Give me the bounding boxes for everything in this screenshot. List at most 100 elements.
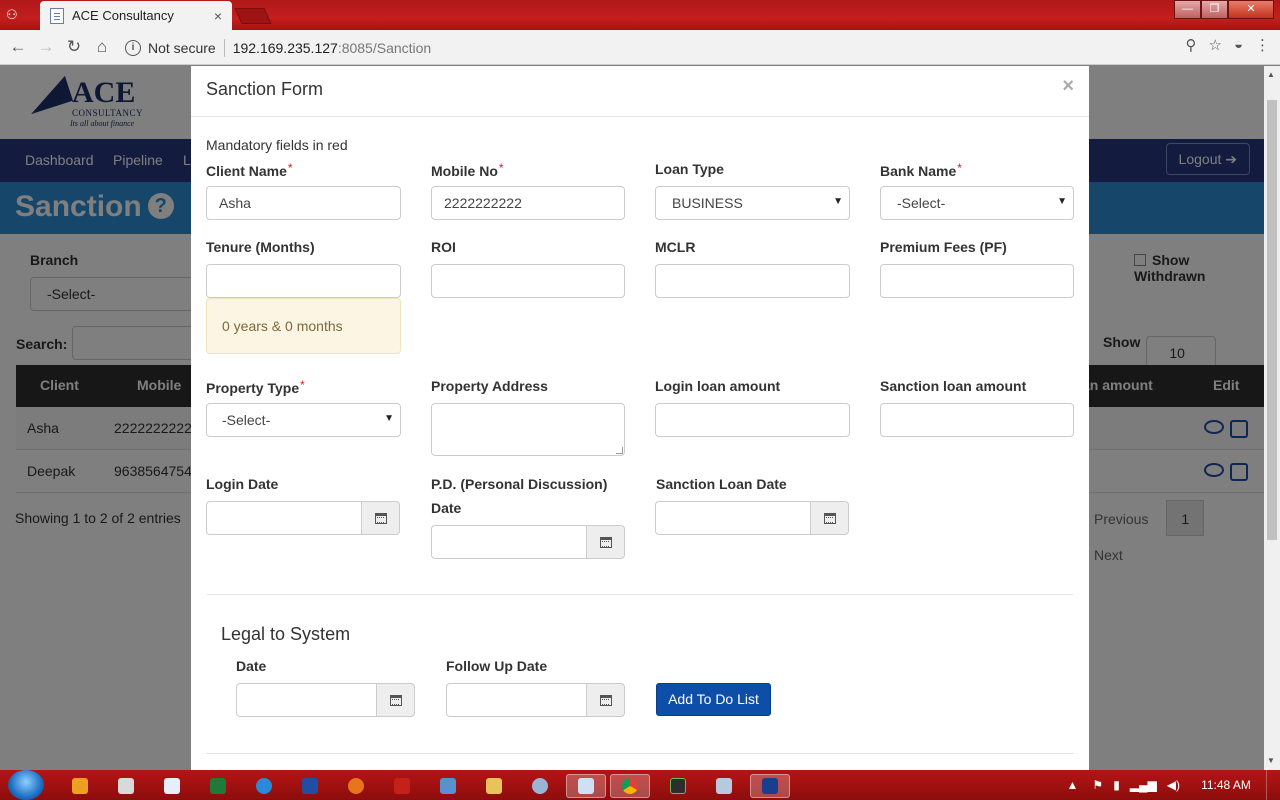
legal-date-label: Date <box>236 658 267 674</box>
scroll-down-icon[interactable]: ▼ <box>1267 756 1275 765</box>
chevron-down-icon: ▼ <box>1057 196 1067 207</box>
pd-date-input[interactable] <box>431 525 586 559</box>
reload-icon[interactable]: ↻ <box>60 37 88 57</box>
required-mark: * <box>287 161 293 175</box>
section-divider <box>206 594 1074 595</box>
network-tool-icon[interactable] <box>520 774 560 798</box>
property-address-textarea[interactable] <box>431 403 625 456</box>
property-address-label: Property Address <box>431 378 548 394</box>
keyboard-icon[interactable] <box>704 774 744 798</box>
mclr-input[interactable] <box>655 264 850 298</box>
bank-name-select[interactable]: -Select- ▼ <box>880 186 1074 220</box>
notes-app-icon[interactable] <box>566 774 606 798</box>
back-arrow-icon[interactable]: ← <box>4 37 32 57</box>
page-scrollbar[interactable]: ▲ ▼ <box>1264 66 1280 770</box>
browser-tab[interactable]: ACE Consultancy × <box>40 1 232 30</box>
pd-date-label-line1: P.D. (Personal Discussion) <box>431 476 608 492</box>
show-desktop-button[interactable] <box>1266 770 1280 800</box>
new-tab-button[interactable] <box>234 8 272 24</box>
address-bar[interactable]: i Not secure 192.169.235.127 :8085/Sanct… <box>120 34 1220 61</box>
maximize-button[interactable]: ❐ <box>1201 0 1228 19</box>
start-button[interactable] <box>8 770 44 800</box>
minimize-button[interactable]: — <box>1174 0 1201 19</box>
internet-explorer-icon[interactable] <box>244 774 284 798</box>
sanction-loan-amount-input[interactable] <box>880 403 1074 437</box>
tab-close-icon[interactable]: × <box>214 8 222 24</box>
loan-type-select[interactable]: BUSINESS ▼ <box>655 186 850 220</box>
calculator-icon[interactable] <box>106 774 146 798</box>
follow-up-date-input[interactable] <box>446 683 586 717</box>
sanction-form-modal: Sanction Form × Mandatory fields in red … <box>191 66 1089 770</box>
url-host: 192.169.235.127 <box>232 39 338 56</box>
file-explorer-icon[interactable] <box>474 774 514 798</box>
bank-name-label: Bank Name* <box>880 161 962 179</box>
pd-date-label: P.D. (Personal Discussion) Date <box>431 476 607 524</box>
login-loan-amount-label: Login loan amount <box>655 378 781 394</box>
calendar-icon <box>823 512 836 524</box>
remote-desktop-icon[interactable] <box>428 774 468 798</box>
firefox-icon[interactable] <box>336 774 376 798</box>
window-close-button[interactable]: ✕ <box>1228 0 1274 19</box>
add-to-do-list-button[interactable]: Add To Do List <box>656 683 771 716</box>
roi-input[interactable] <box>431 264 625 298</box>
scrollbar-thumb[interactable] <box>1267 100 1277 540</box>
sanction-loan-date-picker[interactable] <box>655 501 849 535</box>
tenure-input[interactable] <box>206 264 401 298</box>
sanction-loan-date-input[interactable] <box>655 501 810 535</box>
tray-power-icon[interactable]: ▮ <box>1113 778 1120 792</box>
calendar-icon <box>599 536 612 548</box>
word-icon[interactable] <box>290 774 330 798</box>
zoom-icon[interactable]: ⚲ <box>1185 36 1196 54</box>
client-name-input[interactable]: Asha <box>206 186 401 220</box>
tab-title: ACE Consultancy <box>72 8 174 23</box>
forward-arrow-icon[interactable]: → <box>32 37 60 57</box>
tray-flag-icon[interactable]: ⚑ <box>1092 778 1103 792</box>
home-icon[interactable]: ⌂ <box>88 37 116 57</box>
extension-icon[interactable]: ◒ <box>1234 36 1243 54</box>
legal-date-picker[interactable] <box>236 683 415 717</box>
modal-close-icon[interactable]: × <box>1062 75 1074 98</box>
follow-up-date-calendar-button[interactable] <box>586 683 625 717</box>
login-date-input[interactable] <box>206 501 361 535</box>
legal-date-calendar-button[interactable] <box>376 683 415 717</box>
property-type-label-text: Property Type <box>206 380 300 396</box>
mobile-no-label: Mobile No* <box>431 161 504 179</box>
pd-date-calendar-button[interactable] <box>586 525 625 559</box>
filezilla-icon[interactable] <box>382 774 422 798</box>
calendar-icon <box>389 694 402 706</box>
chrome-icon[interactable] <box>610 774 650 798</box>
calendar-icon <box>374 512 387 524</box>
property-type-select[interactable]: -Select- ▼ <box>206 403 401 437</box>
login-date-picker[interactable] <box>206 501 400 535</box>
property-type-label: Property Type* <box>206 378 305 396</box>
loan-type-value: BUSINESS <box>672 195 743 211</box>
follow-up-date-picker[interactable] <box>446 683 625 717</box>
sanction-loan-date-calendar-button[interactable] <box>810 501 849 535</box>
client-name-label: Client Name* <box>206 161 293 179</box>
tray-expand-icon[interactable]: ▲ <box>1067 778 1079 792</box>
excel-icon[interactable] <box>198 774 238 798</box>
media-player-icon[interactable] <box>60 774 100 798</box>
required-mark: * <box>957 161 962 175</box>
pd-date-picker[interactable] <box>431 525 625 559</box>
tray-volume-icon[interactable]: ◀) <box>1167 778 1180 792</box>
chevron-down-icon: ▼ <box>833 196 843 207</box>
menu-icon[interactable]: ⋮ <box>1255 36 1270 54</box>
browser-titlebar: ⚇ ACE Consultancy × — ❐ ✕ <box>0 0 1280 30</box>
login-date-calendar-button[interactable] <box>361 501 400 535</box>
scroll-up-icon[interactable]: ▲ <box>1267 70 1275 79</box>
modal-header: Sanction Form × <box>191 66 1089 117</box>
login-loan-amount-input[interactable] <box>655 403 850 437</box>
legal-date-input[interactable] <box>236 683 376 717</box>
tray-network-icon[interactable]: ▂▄▆ <box>1130 778 1157 792</box>
info-icon[interactable]: i <box>125 39 141 56</box>
pd-date-label-line2: Date <box>431 500 462 516</box>
mobile-no-input[interactable]: 2222222222 <box>431 186 625 220</box>
notepad-icon[interactable] <box>152 774 192 798</box>
premium-fees-input[interactable] <box>880 264 1074 298</box>
terminal-icon[interactable] <box>658 774 698 798</box>
taskbar-clock[interactable]: 11:48 AM <box>1186 778 1266 792</box>
bookmark-star-icon[interactable]: ☆ <box>1208 36 1221 54</box>
star-app-icon[interactable] <box>750 774 790 798</box>
section-divider <box>206 753 1074 754</box>
